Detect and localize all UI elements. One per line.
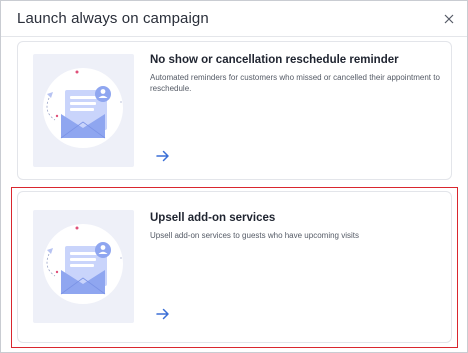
arrow-right-icon[interactable] [156, 150, 170, 162]
envelope-user-illustration [33, 54, 134, 167]
campaign-title: Upsell add-on services [150, 212, 276, 224]
campaign-card-no-show-reminder[interactable]: No show or cancellation reschedule remin… [17, 41, 452, 180]
campaign-description: Upsell add-on services to guests who hav… [150, 231, 359, 240]
close-icon[interactable] [443, 13, 455, 25]
arrow-right-icon[interactable] [156, 308, 170, 320]
campaign-title: No show or cancellation reschedule remin… [150, 54, 399, 66]
dialog-header: Launch always on campaign [1, 1, 467, 37]
campaign-dialog: Launch always on campaign No show or can… [0, 0, 468, 353]
envelope-user-illustration [33, 210, 134, 323]
campaign-card-upsell-add-on[interactable]: Upsell add-on services Upsell add-on ser… [17, 191, 452, 343]
campaign-description: Automated reminders for customers who mi… [150, 73, 440, 93]
dialog-title: Launch always on campaign [17, 10, 209, 27]
